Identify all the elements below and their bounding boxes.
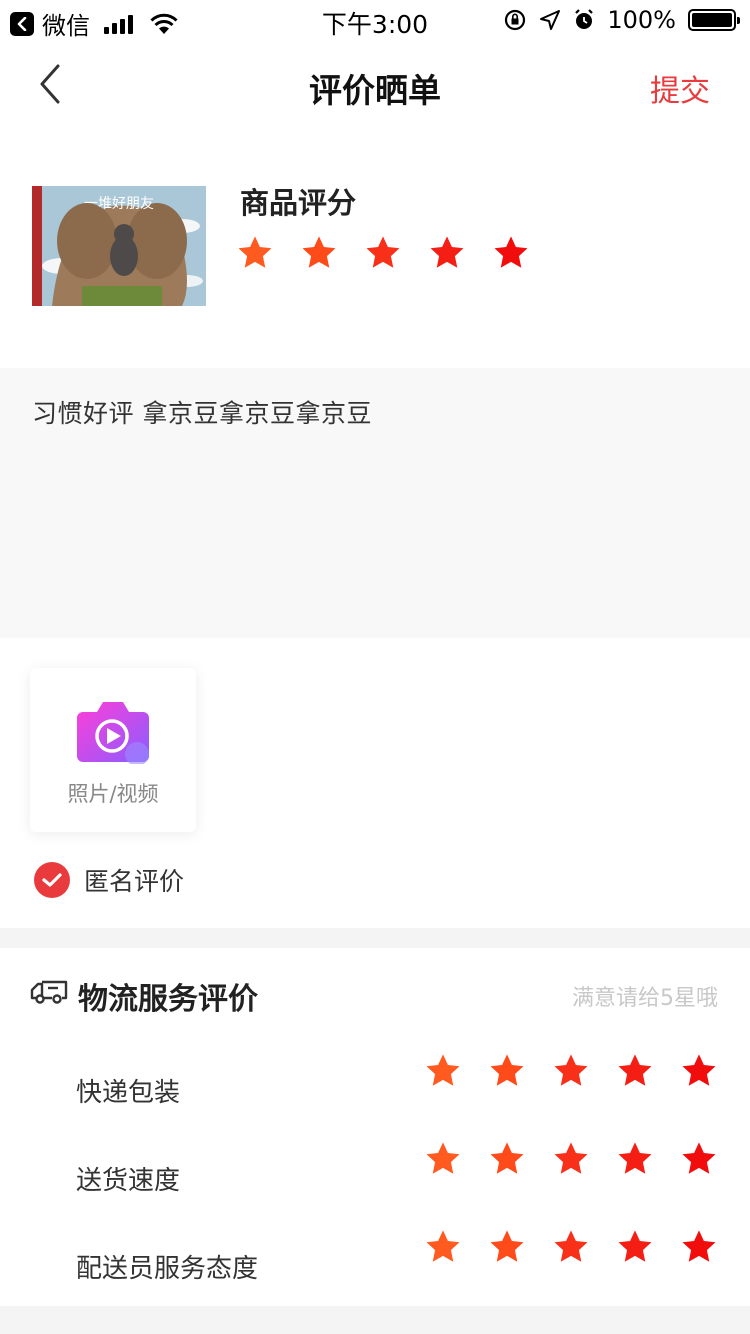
nav-bar: 评价晒单 提交 [0,40,750,128]
status-bar: 微信 下午3:00 100% [0,0,750,40]
star-icon[interactable] [680,1052,718,1090]
section-divider [0,1306,750,1334]
star-icon[interactable] [364,234,402,272]
logistics-row-label: 送货速度 [76,1166,181,1196]
alarm-icon [575,9,594,29]
anonymous-review-toggle[interactable]: 匿名评价 [34,862,184,898]
star-icon[interactable] [488,1228,526,1266]
logistics-row: 送货速度 [0,1140,750,1200]
star-icon[interactable] [616,1140,654,1178]
upload-photo-video-button[interactable]: 照片/视频 [30,668,196,832]
logistics-row: 快递包装 [0,1052,750,1112]
star-icon[interactable] [552,1052,590,1090]
star-icon[interactable] [616,1052,654,1090]
location-icon [540,10,561,30]
logistics-row: 配送员服务态度 [0,1228,750,1288]
logistics-star-rating[interactable] [424,1052,718,1090]
logistics-title: 物流服务评价 [78,982,258,1017]
checkmark-icon[interactable] [34,862,70,898]
submit-button[interactable]: 提交 [650,66,710,110]
star-icon[interactable] [428,234,466,272]
logistics-hint: 满意请给5星哦 [572,986,718,1011]
star-icon[interactable] [424,1228,462,1266]
logistics-row-label: 配送员服务态度 [76,1254,259,1284]
logistics-rating-section: 物流服务评价 满意请给5星哦 快递包装 送货速度 配送员服务态度 [0,948,750,1308]
star-icon[interactable] [236,234,274,272]
star-icon[interactable] [424,1052,462,1090]
review-textarea[interactable]: 习惯好评 拿京豆拿京豆拿京豆 [0,368,750,638]
truck-icon [30,980,68,1004]
upload-label: 照片/视频 [67,782,159,806]
star-icon[interactable] [300,234,338,272]
product-image-title: 一堆好朋友 [84,196,154,212]
anonymous-label: 匿名评价 [84,867,185,896]
status-bar-right: 100% [503,6,740,34]
star-icon[interactable] [680,1228,718,1266]
product-image[interactable]: 一堆好朋友 [32,186,206,306]
product-rating-section: 一堆好朋友 商品评分 [0,128,750,368]
battery-percent: 100% [607,6,676,34]
section-divider [0,928,750,948]
camera-video-icon [77,702,149,764]
star-icon[interactable] [488,1052,526,1090]
star-icon[interactable] [680,1140,718,1178]
star-icon[interactable] [424,1140,462,1178]
star-icon[interactable] [616,1228,654,1266]
star-icon[interactable] [552,1228,590,1266]
product-star-rating[interactable] [236,234,530,272]
logistics-star-rating[interactable] [424,1140,718,1178]
star-icon[interactable] [492,234,530,272]
logistics-row-label: 快递包装 [76,1078,181,1108]
page-title: 评价晒单 [309,71,441,110]
logistics-star-rating[interactable] [424,1228,718,1266]
product-score-label: 商品评分 [240,186,357,220]
review-text[interactable]: 习惯好评 拿京豆拿京豆拿京豆 [32,394,372,430]
star-icon[interactable] [488,1140,526,1178]
battery-icon [688,9,740,31]
rotation-lock-icon [505,9,526,31]
star-icon[interactable] [552,1140,590,1178]
